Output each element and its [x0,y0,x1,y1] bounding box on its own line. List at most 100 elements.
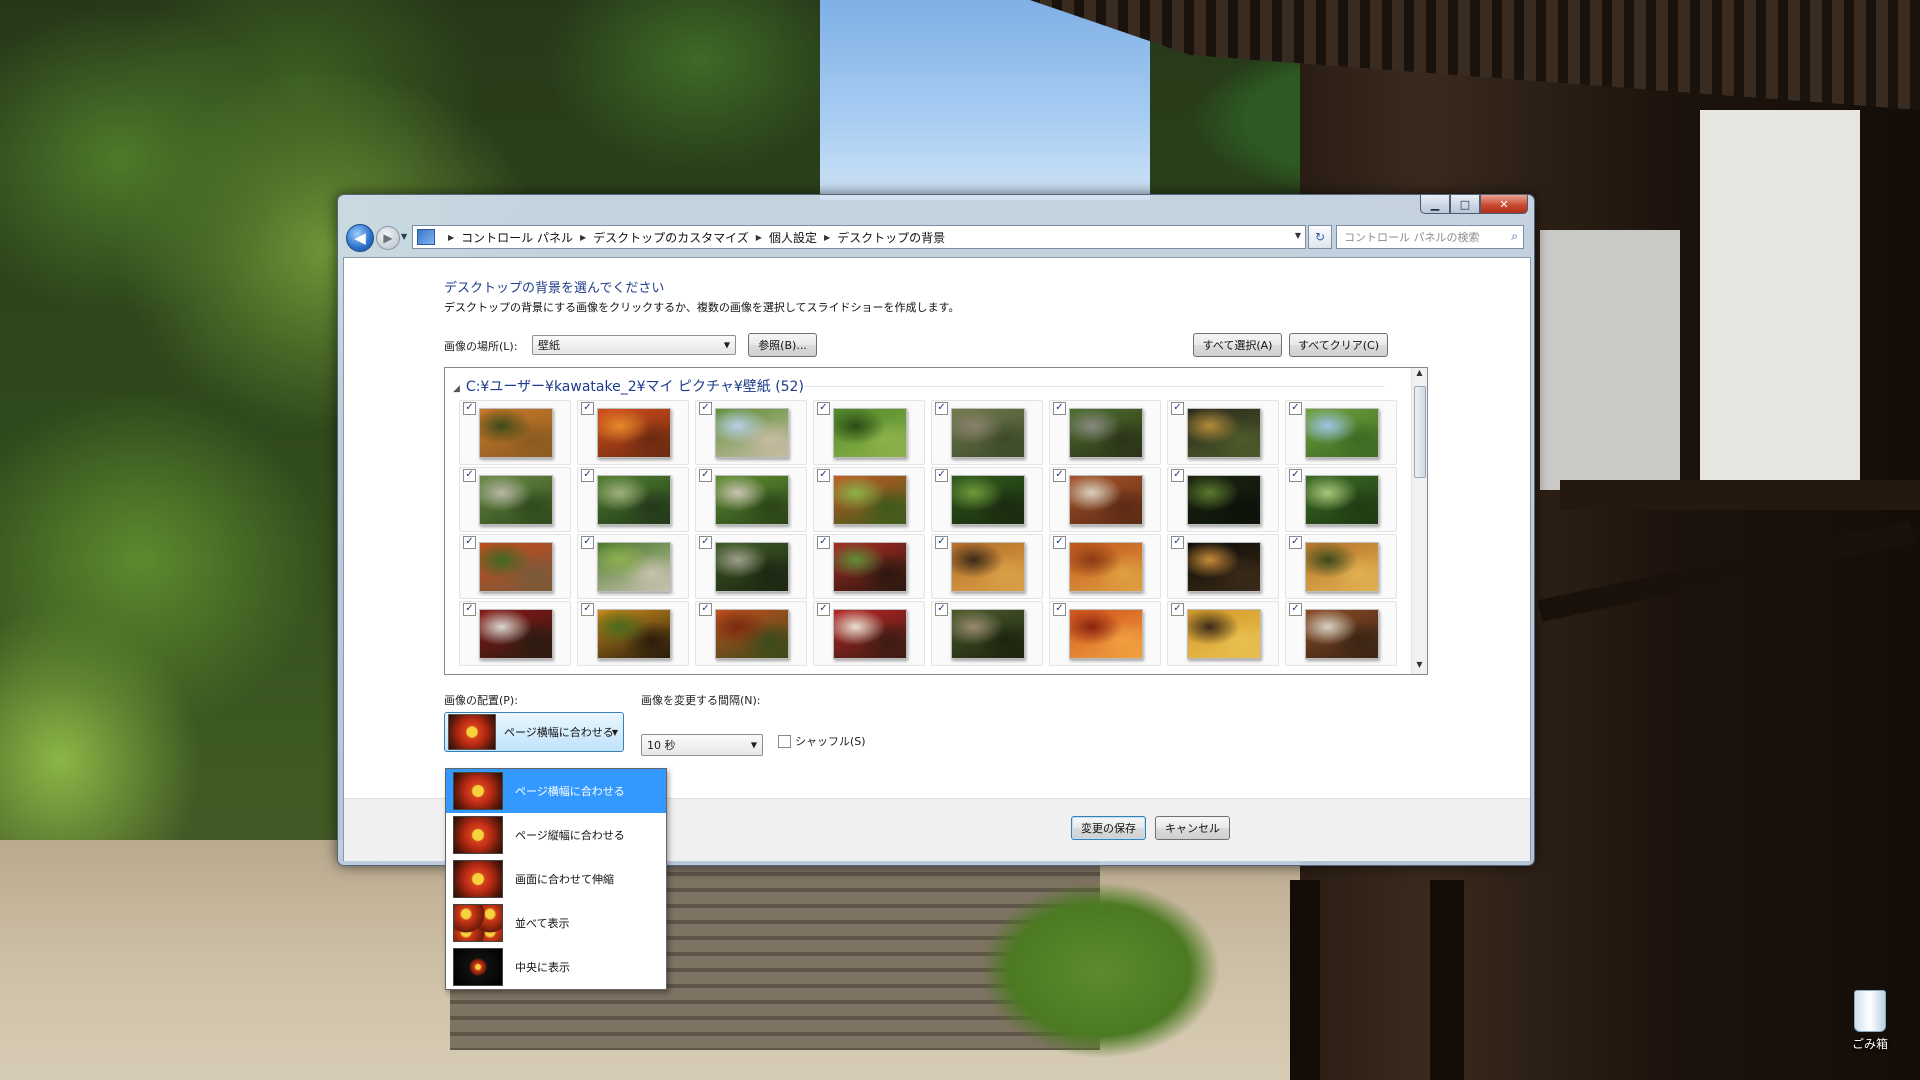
breadcrumb-separator-icon[interactable]: ▶ [756,233,762,242]
thumbnail-checkbox[interactable]: ✓ [817,536,830,549]
thumbnail-checkbox[interactable]: ✓ [581,603,594,616]
thumbnail-checkbox[interactable]: ✓ [1171,536,1184,549]
back-button[interactable]: ◀ [346,224,374,252]
thumbnail-checkbox[interactable]: ✓ [1053,536,1066,549]
maximize-button[interactable]: □ [1450,195,1480,214]
thumbnail-checkbox[interactable]: ✓ [935,402,948,415]
breadcrumb-item[interactable]: デスクトップの背景 [837,229,945,246]
thumbnail-checkbox[interactable]: ✓ [1053,603,1066,616]
position-option[interactable]: ページ縦幅に合わせる [446,813,666,857]
wallpaper-thumbnail[interactable]: ✓ [577,601,689,666]
recycle-bin[interactable]: ごみ箱 [1840,990,1900,1052]
cancel-button[interactable]: キャンセル [1155,816,1230,840]
wallpaper-thumbnail[interactable]: ✓ [813,467,925,532]
thumbnail-checkbox[interactable]: ✓ [699,469,712,482]
wallpaper-thumbnail[interactable]: ✓ [813,534,925,599]
wallpaper-thumbnail[interactable]: ✓ [1049,400,1161,465]
thumbnail-checkbox[interactable]: ✓ [581,536,594,549]
refresh-button[interactable]: ↻ [1308,225,1332,249]
browse-button[interactable]: 参照(B)... [748,333,817,357]
wallpaper-thumbnail[interactable]: ✓ [1285,467,1397,532]
thumbnail-checkbox[interactable]: ✓ [935,469,948,482]
wallpaper-thumbnail[interactable]: ✓ [931,467,1043,532]
thumbnail-checkbox[interactable]: ✓ [699,536,712,549]
wallpaper-thumbnail[interactable]: ✓ [577,534,689,599]
position-option[interactable]: 中央に表示 [446,945,666,989]
wallpaper-thumbnail[interactable]: ✓ [695,601,807,666]
wallpaper-thumbnail[interactable]: ✓ [695,400,807,465]
wallpaper-thumbnail[interactable]: ✓ [1049,601,1161,666]
minimize-button[interactable]: ▁ [1420,195,1450,214]
wallpaper-thumbnail[interactable]: ✓ [459,534,571,599]
breadcrumb-item[interactable]: デスクトップのカスタマイズ [593,229,749,246]
wallpaper-thumbnail[interactable]: ✓ [577,400,689,465]
wallpaper-thumbnail[interactable]: ✓ [459,467,571,532]
breadcrumb-separator-icon[interactable]: ▶ [448,233,454,242]
thumbnail-checkbox[interactable]: ✓ [581,469,594,482]
thumbnail-checkbox[interactable]: ✓ [1053,402,1066,415]
wallpaper-thumbnail[interactable]: ✓ [1167,601,1279,666]
wallpaper-thumbnail[interactable]: ✓ [1049,534,1161,599]
forward-button[interactable]: ▶ [376,226,400,250]
thumbnail-checkbox[interactable]: ✓ [817,603,830,616]
search-input[interactable] [1342,226,1496,248]
thumbnail-checkbox[interactable]: ✓ [817,469,830,482]
scroll-down-icon[interactable]: ▼ [1412,660,1427,674]
wallpaper-thumbnail[interactable]: ✓ [695,534,807,599]
thumbnail-checkbox[interactable]: ✓ [699,603,712,616]
position-option[interactable]: 画面に合わせて伸縮 [446,857,666,901]
position-option[interactable]: 並べて表示 [446,901,666,945]
breadcrumb-separator-icon[interactable]: ▶ [580,233,586,242]
wallpaper-thumbnail[interactable]: ✓ [459,400,571,465]
wallpaper-thumbnail[interactable]: ✓ [1167,467,1279,532]
wallpaper-thumbnail[interactable]: ✓ [1285,601,1397,666]
thumbnail-checkbox[interactable]: ✓ [1289,402,1302,415]
wallpaper-thumbnail[interactable]: ✓ [813,601,925,666]
thumbnail-checkbox[interactable]: ✓ [1171,603,1184,616]
wallpaper-thumbnail[interactable]: ✓ [577,467,689,532]
interval-dropdown[interactable]: 10 秒 ▼ [641,734,763,756]
wallpaper-thumbnail[interactable]: ✓ [931,400,1043,465]
wallpaper-thumbnail[interactable]: ✓ [1167,400,1279,465]
shuffle-checkbox[interactable]: シャッフル(S) [778,733,866,749]
wallpaper-thumbnail[interactable]: ✓ [813,400,925,465]
wallpaper-thumbnail[interactable]: ✓ [1049,467,1161,532]
location-dropdown[interactable]: 壁紙 ▼ [532,335,736,355]
thumbnail-checkbox[interactable]: ✓ [463,469,476,482]
wallpaper-thumbnail[interactable]: ✓ [931,534,1043,599]
wallpaper-thumbnail[interactable]: ✓ [459,601,571,666]
thumbnail-checkbox[interactable]: ✓ [463,603,476,616]
thumbnail-checkbox[interactable]: ✓ [935,603,948,616]
wallpaper-thumbnail[interactable]: ✓ [1285,400,1397,465]
wallpaper-thumbnail[interactable]: ✓ [1285,534,1397,599]
thumbnail-checkbox[interactable]: ✓ [699,402,712,415]
thumbnail-checkbox[interactable]: ✓ [463,402,476,415]
thumbnail-checkbox[interactable]: ✓ [1171,402,1184,415]
search-icon[interactable]: ⌕ [1511,229,1518,244]
thumbnail-checkbox[interactable]: ✓ [817,402,830,415]
position-option[interactable]: ページ横幅に合わせる [446,769,666,813]
address-bar[interactable]: ▶ コントロール パネル ▶ デスクトップのカスタマイズ ▶ 個人設定 ▶ デスクトップの背景… [412,225,1306,249]
address-dropdown-icon[interactable]: ▼ [1295,231,1301,240]
breadcrumb-item[interactable]: 個人設定 [769,229,817,246]
thumbnail-checkbox[interactable]: ✓ [935,536,948,549]
wallpaper-thumbnail[interactable]: ✓ [1167,534,1279,599]
thumbnail-checkbox[interactable]: ✓ [1289,469,1302,482]
wallpaper-thumbnail[interactable]: ✓ [695,467,807,532]
wallpaper-thumbnail[interactable]: ✓ [931,601,1043,666]
breadcrumb-separator-icon[interactable]: ▶ [824,233,830,242]
thumbnail-checkbox[interactable]: ✓ [581,402,594,415]
history-dropdown-icon[interactable]: ▼ [401,232,407,241]
vertical-scrollbar[interactable]: ▲ ▼ [1411,368,1427,674]
group-header[interactable]: ◢ C:¥ユーザー¥kawatake_2¥マイ ピクチャ¥壁紙 (52) [453,376,804,396]
scroll-up-icon[interactable]: ▲ [1412,368,1427,382]
thumbnail-checkbox[interactable]: ✓ [463,536,476,549]
thumbnail-checkbox[interactable]: ✓ [1053,469,1066,482]
select-all-button[interactable]: すべて選択(A) [1193,333,1282,357]
close-button[interactable]: ✕ [1480,195,1528,214]
save-button[interactable]: 変更の保存 [1071,816,1146,840]
scrollbar-thumb[interactable] [1414,386,1426,478]
checkbox-icon[interactable] [778,734,791,748]
thumbnail-checkbox[interactable]: ✓ [1171,469,1184,482]
position-dropdown[interactable]: ページ横幅に合わせる ▼ [444,712,624,752]
